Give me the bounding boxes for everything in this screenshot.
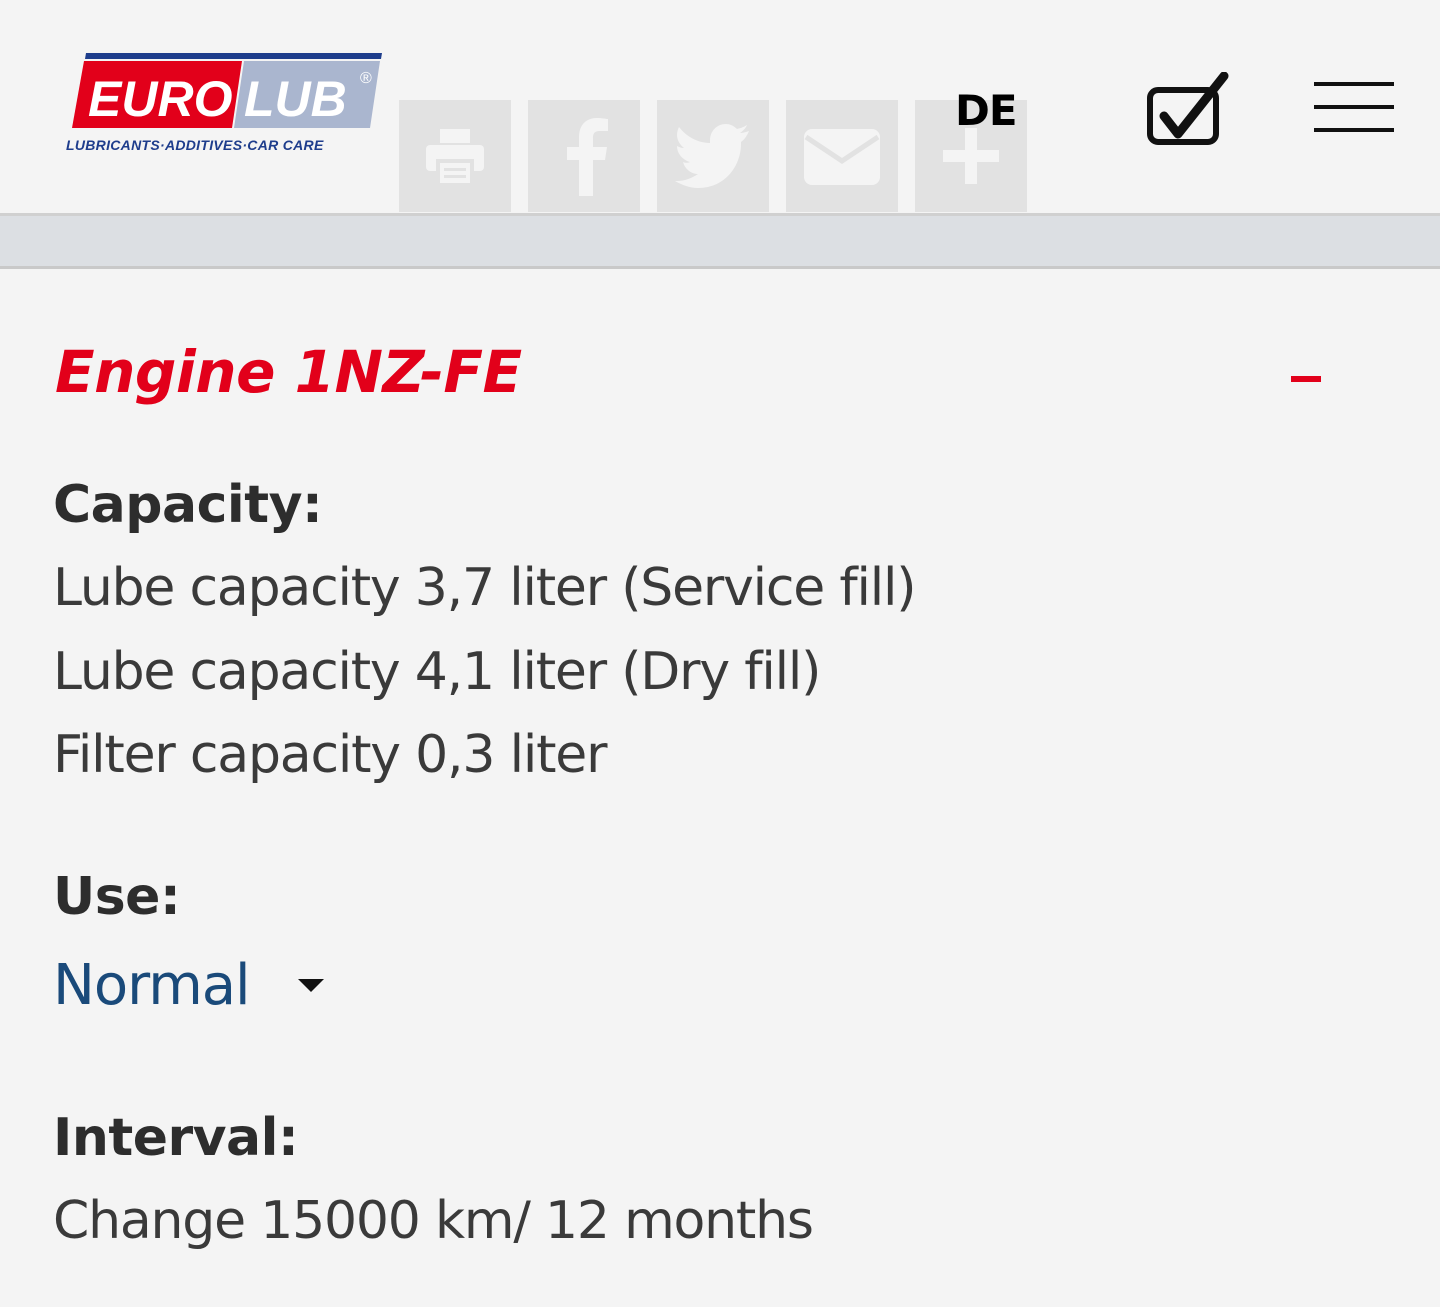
share-mail-button[interactable] (786, 100, 898, 212)
use-selected-value: Normal (53, 952, 251, 1018)
use-label: Use: (53, 867, 181, 927)
capacity-line-service-fill: Lube capacity 3,7 liter (Service fill) (53, 558, 917, 618)
share-twitter-button[interactable] (657, 100, 769, 212)
use-dropdown[interactable]: Normal (53, 950, 324, 1020)
logo-text-lub: LUB (244, 71, 347, 127)
logo-text-euro: EURO (88, 71, 233, 127)
share-bar (399, 100, 1027, 212)
language-switch[interactable]: DE (955, 86, 1018, 135)
capacity-line-filter: Filter capacity 0,3 liter (53, 725, 607, 785)
facebook-icon (567, 118, 608, 196)
caret-down-icon (297, 978, 324, 992)
capacity-line-dry-fill: Lube capacity 4,1 liter (Dry fill) (53, 642, 821, 702)
twitter-icon (675, 124, 749, 188)
interval-label: Interval: (53, 1108, 299, 1168)
page: EURO LUB ® LUBRICANTS·ADDITIVES·CAR CARE (0, 0, 1440, 1307)
checkbox-check-icon (1147, 71, 1229, 145)
site-header: EURO LUB ® LUBRICANTS·ADDITIVES·CAR CARE (0, 0, 1440, 213)
logo-mark: EURO LUB ® (72, 53, 382, 128)
mail-icon (804, 129, 880, 185)
checklist-button[interactable] (1144, 71, 1230, 148)
share-print-button[interactable] (399, 100, 511, 212)
interval-value: Change 15000 km/ 12 months (53, 1191, 814, 1251)
plus-icon (943, 128, 999, 184)
capacity-label: Capacity: (53, 475, 323, 535)
share-facebook-button[interactable] (528, 100, 640, 212)
hamburger-menu-icon[interactable] (1314, 82, 1394, 132)
menu-bar-bottom (1314, 128, 1394, 132)
eurolub-logo[interactable]: EURO LUB ® LUBRICANTS·ADDITIVES·CAR CARE (66, 53, 382, 159)
engine-title[interactable]: Engine 1NZ-FE (55, 338, 522, 406)
collapse-minus-icon[interactable] (1291, 376, 1321, 382)
logo-tagline: LUBRICANTS·ADDITIVES·CAR CARE (66, 137, 324, 153)
menu-bar-middle (1314, 105, 1394, 109)
sub-navigation-bar (0, 216, 1440, 269)
print-icon (426, 129, 484, 187)
menu-bar-top (1314, 82, 1394, 86)
logo-registered: ® (360, 70, 372, 87)
